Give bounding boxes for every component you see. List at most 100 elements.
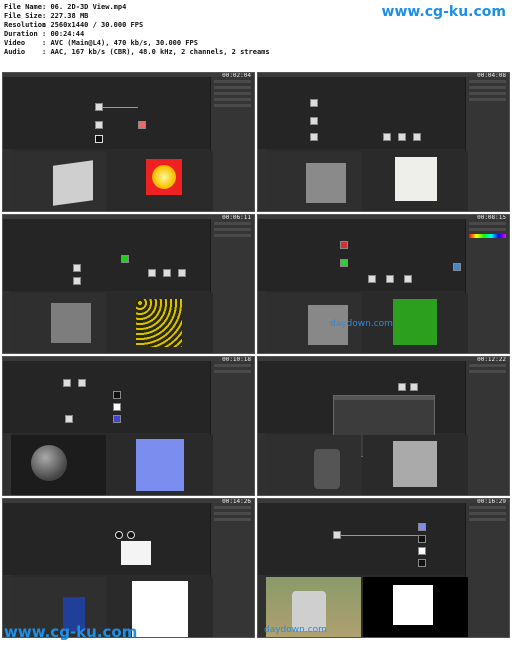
graph-node[interactable] [115, 531, 123, 539]
textured-cube [53, 160, 93, 206]
graph-node[interactable] [95, 121, 103, 129]
graph-node[interactable] [73, 277, 81, 285]
graph-node[interactable] [113, 391, 121, 399]
graph-node[interactable] [333, 531, 341, 539]
graph-node[interactable] [95, 103, 103, 111]
graph-node[interactable] [163, 269, 171, 277]
watermark-mid: daydown.com [264, 625, 327, 635]
graph-node[interactable] [113, 415, 121, 423]
properties-panel[interactable] [465, 361, 509, 495]
graph-view[interactable] [258, 219, 468, 291]
3d-view[interactable] [11, 151, 106, 211]
graph-node[interactable] [368, 275, 376, 283]
frame-8[interactable]: 00:16:29 daydown.com [257, 498, 510, 638]
2d-view[interactable] [363, 435, 468, 495]
texture-preview [393, 585, 433, 625]
graph-node[interactable] [178, 269, 186, 277]
graph-node[interactable] [95, 135, 103, 143]
graph-node[interactable] [398, 133, 406, 141]
grey-cube [306, 163, 346, 203]
graph-node[interactable] [386, 275, 394, 283]
sphere-glow [152, 165, 176, 189]
graph-node[interactable] [404, 275, 412, 283]
graph-node[interactable] [121, 255, 129, 263]
graph-node[interactable] [340, 241, 348, 249]
graph-node[interactable] [148, 269, 156, 277]
graph-node[interactable] [418, 547, 426, 555]
graph-node[interactable] [418, 559, 426, 567]
frame-6[interactable]: 00:12:22 [257, 356, 510, 496]
graph-view[interactable] [3, 77, 213, 149]
properties-panel[interactable] [210, 503, 254, 637]
properties-panel[interactable] [465, 503, 509, 637]
texture-preview [136, 299, 182, 347]
explorer-panel[interactable] [3, 433, 11, 495]
graph-node[interactable] [127, 531, 135, 539]
watermark-bottom: www.cg-ku.com [4, 623, 138, 641]
graph-node[interactable] [65, 415, 73, 423]
file-name-row: File Name: 06. 2D-3D View.mp4 [4, 3, 127, 11]
audio-row: Audio: AAC, 167 kb/s (CBR), 48.0 kHz, 2 … [4, 48, 270, 56]
graph-wire [341, 535, 418, 536]
graph-view[interactable] [258, 77, 468, 149]
2d-view[interactable] [108, 151, 213, 211]
graph-node[interactable] [418, 535, 426, 543]
preview-node[interactable] [121, 541, 151, 565]
graph-node[interactable] [453, 263, 461, 271]
graph-node[interactable] [310, 99, 318, 107]
color-picker[interactable] [469, 234, 506, 238]
file-size-row: File Size: 227.38 MB [4, 12, 89, 20]
frame-4[interactable]: 00:08:15 daydown.com [257, 214, 510, 354]
video-row: Video: AVC (Main@L4), 470 kb/s, 30.000 F… [4, 39, 198, 47]
frame-7[interactable]: 00:14:26 [2, 498, 255, 638]
2d-view[interactable] [363, 577, 468, 637]
graph-node[interactable] [78, 379, 86, 387]
graph-node[interactable] [310, 133, 318, 141]
3d-view[interactable] [11, 435, 106, 495]
watermark-mid: daydown.com [330, 319, 393, 329]
graph-wire [103, 107, 138, 108]
frame-1[interactable]: 00:02:04 [2, 72, 255, 212]
properties-panel[interactable] [210, 219, 254, 353]
graph-view[interactable] [258, 503, 468, 575]
explorer-panel[interactable] [258, 291, 266, 353]
sphere [31, 445, 67, 481]
dialog-titlebar [334, 396, 434, 400]
duration-row: Duration: 00:24:44 [4, 30, 85, 38]
frame-2[interactable]: 00:04:08 [257, 72, 510, 212]
explorer-panel[interactable] [258, 149, 266, 211]
frame-5[interactable]: 00:10:18 [2, 356, 255, 496]
frame-3[interactable]: 00:06:11 [2, 214, 255, 354]
explorer-panel[interactable] [3, 291, 11, 353]
explorer-panel[interactable] [258, 433, 266, 495]
2d-view[interactable] [108, 293, 213, 353]
graph-node[interactable] [340, 259, 348, 267]
graph-view[interactable] [3, 503, 213, 575]
graph-view[interactable] [3, 361, 213, 433]
graph-node[interactable] [398, 383, 406, 391]
graph-node[interactable] [73, 264, 81, 272]
explorer-panel[interactable] [3, 149, 11, 211]
graph-view[interactable] [3, 219, 213, 291]
properties-panel[interactable] [465, 219, 509, 353]
graph-node[interactable] [383, 133, 391, 141]
graph-node[interactable] [310, 117, 318, 125]
texture-preview [146, 159, 182, 195]
graph-node[interactable] [413, 133, 421, 141]
graph-node[interactable] [113, 403, 121, 411]
2d-view[interactable] [363, 151, 468, 211]
watermark-top: www.cg-ku.com [381, 4, 506, 20]
graph-node[interactable] [138, 121, 146, 129]
properties-panel[interactable] [210, 361, 254, 495]
3d-view[interactable] [266, 435, 361, 495]
properties-panel[interactable] [210, 77, 254, 211]
properties-panel[interactable] [465, 77, 509, 211]
texture-preview [395, 157, 437, 201]
graph-node[interactable] [410, 383, 418, 391]
3d-view[interactable] [11, 293, 106, 353]
graph-node[interactable] [63, 379, 71, 387]
grey-cube [51, 303, 91, 343]
3d-view[interactable] [266, 151, 361, 211]
2d-view[interactable] [108, 435, 213, 495]
graph-node[interactable] [418, 523, 426, 531]
